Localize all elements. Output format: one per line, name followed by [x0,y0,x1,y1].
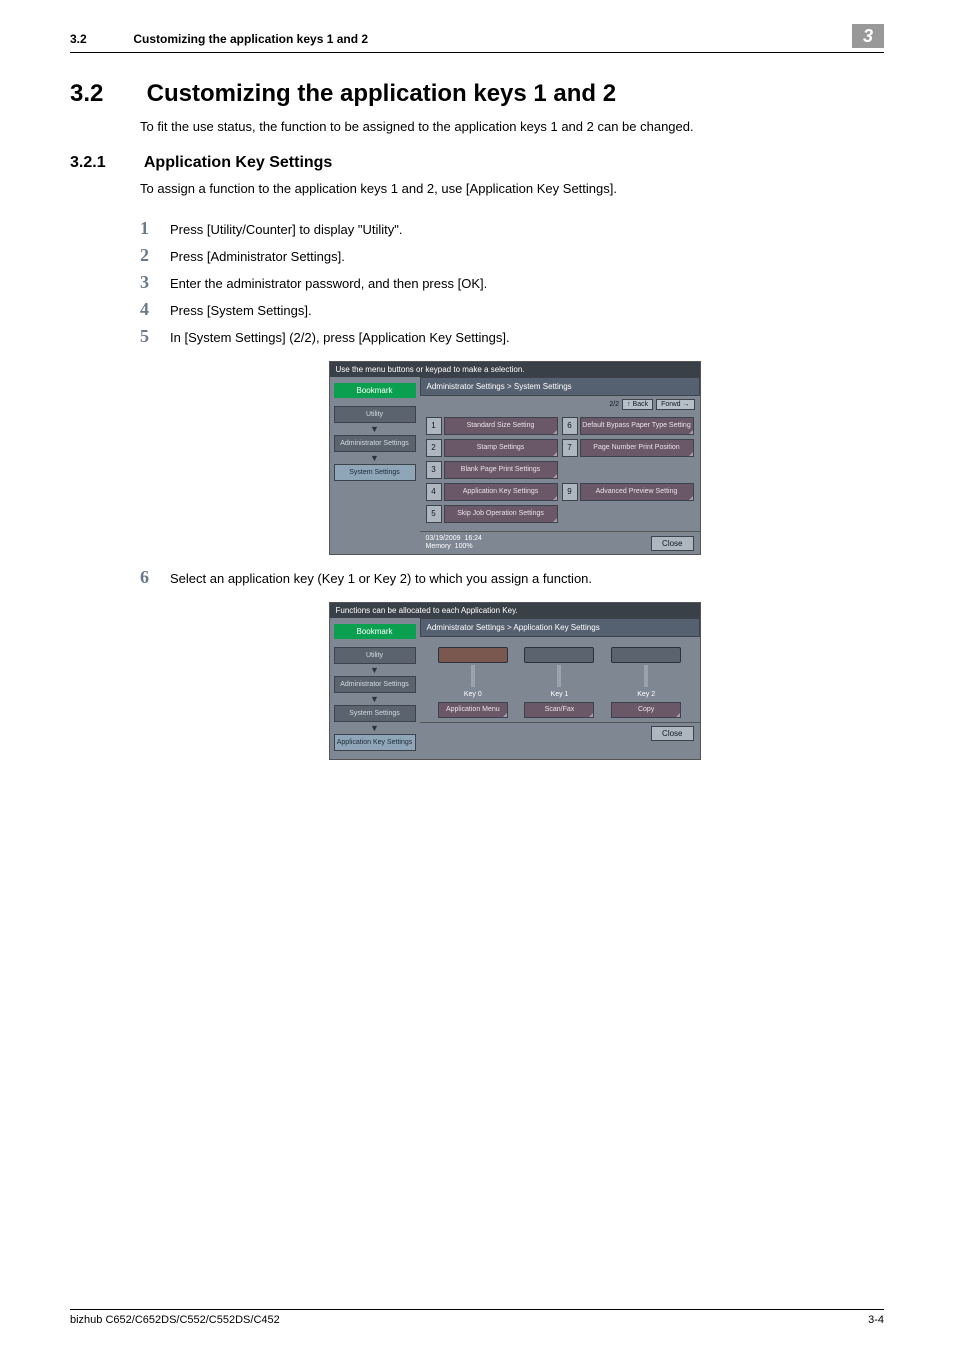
option-label: Blank Page Print Settings [444,461,558,479]
option-label: Advanced Preview Setting [580,483,694,501]
menu-option[interactable]: 3Blank Page Print Settings [426,461,558,479]
page-header: 3.2 Customizing the application keys 1 a… [70,30,884,53]
option-number: 9 [562,483,578,501]
option-label: Stamp Settings [444,439,558,457]
option-label: Page Number Print Position [580,439,694,457]
option-label: Application Key Settings [444,483,558,501]
key-cap-icon [611,647,681,663]
bookmark-tab[interactable]: Bookmark [334,383,416,398]
header-section-title: Customizing the application keys 1 and 2 [133,32,368,46]
step-item: Press [Utility/Counter] to display "Util… [140,216,889,243]
page-indicator: 2/2 [609,401,619,408]
sidebar-item-utility[interactable]: Utility [334,647,416,664]
step-item: Enter the administrator password, and th… [140,270,889,297]
subsection-number: 3.2.1 [70,154,140,172]
option-label: Skip Job Operation Settings [444,505,558,523]
section-heading: 3.2 Customizing the application keys 1 a… [140,80,889,108]
key-stem-icon [557,665,561,687]
screenshot-system-settings: Use the menu buttons or keypad to make a… [329,361,701,554]
sidebar-item-appkey[interactable]: Application Key Settings [334,734,416,751]
footer-product: bizhub C652/C652DS/C552/C552DS/C452 [70,1314,280,1326]
option-number: 3 [426,461,442,479]
key-cap-icon [438,647,508,663]
section-intro: To fit the use status, the function to b… [140,118,889,136]
subsection-heading: 3.2.1 Application Key Settings [140,154,889,172]
sidebar-item-admin[interactable]: Administrator Settings [334,435,416,452]
menu-option[interactable]: 5Skip Job Operation Settings [426,505,558,523]
key-function-button[interactable]: Copy [611,702,681,718]
option-label: Standard Size Setting [444,417,558,435]
application-key[interactable]: Key 2 Copy [611,647,681,718]
application-key[interactable]: Key 1 Scan/Fax [524,647,594,718]
option-number: 4 [426,483,442,501]
option-number: 6 [562,417,578,435]
sidebar-item-system[interactable]: System Settings [334,705,416,722]
step-item: Press [Administrator Settings]. [140,243,889,270]
key-name-label: Key 0 [438,691,508,698]
subsection-title: Application Key Settings [144,154,332,171]
subsection-intro: To assign a function to the application … [140,180,889,198]
chevron-down-icon: ▼ [334,666,416,674]
chevron-down-icon: ▼ [334,454,416,462]
option-number: 5 [426,505,442,523]
option-number: 7 [562,439,578,457]
key-cap-icon [524,647,594,663]
screenshot-application-key-settings: Functions can be allocated to each Appli… [329,602,701,760]
bookmark-tab[interactable]: Bookmark [334,624,416,639]
breadcrumb: Administrator Settings > System Settings [420,377,700,396]
sidebar-item-system[interactable]: System Settings [334,464,416,481]
back-button[interactable]: ↑ Back [622,399,653,410]
chevron-down-icon: ▼ [334,425,416,433]
menu-option[interactable]: 2Stamp Settings [426,439,558,457]
section-number: 3.2 [70,80,140,108]
close-button[interactable]: Close [651,536,693,551]
menu-option[interactable]: 7Page Number Print Position [562,439,694,457]
chapter-badge: 3 [852,24,884,48]
key-function-button[interactable]: Application Menu [438,702,508,718]
header-section-number: 3.2 [70,32,130,46]
menu-option[interactable]: 4Application Key Settings [426,483,558,501]
key-name-label: Key 2 [611,691,681,698]
sidebar-item-utility[interactable]: Utility [334,406,416,423]
key-stem-icon [644,665,648,687]
step-item: Select an application key (Key 1 or Key … [140,565,889,592]
key-name-label: Key 1 [524,691,594,698]
chevron-down-icon: ▼ [334,695,416,703]
application-key[interactable]: Key 0 Application Menu [438,647,508,718]
step-item: Press [System Settings]. [140,297,889,324]
menu-option[interactable]: 9Advanced Preview Setting [562,483,694,501]
key-stem-icon [471,665,475,687]
chevron-down-icon: ▼ [334,724,416,732]
footer-page-number: 3-4 [868,1314,884,1326]
breadcrumb: Administrator Settings > Application Key… [420,618,700,637]
status-info: 03/19/2009 16:24 Memory 100% [426,535,482,550]
close-button[interactable]: Close [651,726,693,741]
sidebar-item-admin[interactable]: Administrator Settings [334,676,416,693]
forward-button[interactable]: Forwd → [656,399,694,410]
step-item: In [System Settings] (2/2), press [Appli… [140,324,889,351]
option-number: 1 [426,417,442,435]
key-function-button[interactable]: Scan/Fax [524,702,594,718]
screen-instruction: Functions can be allocated to each Appli… [330,603,700,618]
menu-option[interactable]: 6Default Bypass Paper Type Setting [562,417,694,435]
screen-instruction: Use the menu buttons or keypad to make a… [330,362,700,377]
menu-option[interactable]: 1Standard Size Setting [426,417,558,435]
section-title: Customizing the application keys 1 and 2 [147,80,616,107]
option-number: 2 [426,439,442,457]
option-label: Default Bypass Paper Type Setting [580,417,694,435]
